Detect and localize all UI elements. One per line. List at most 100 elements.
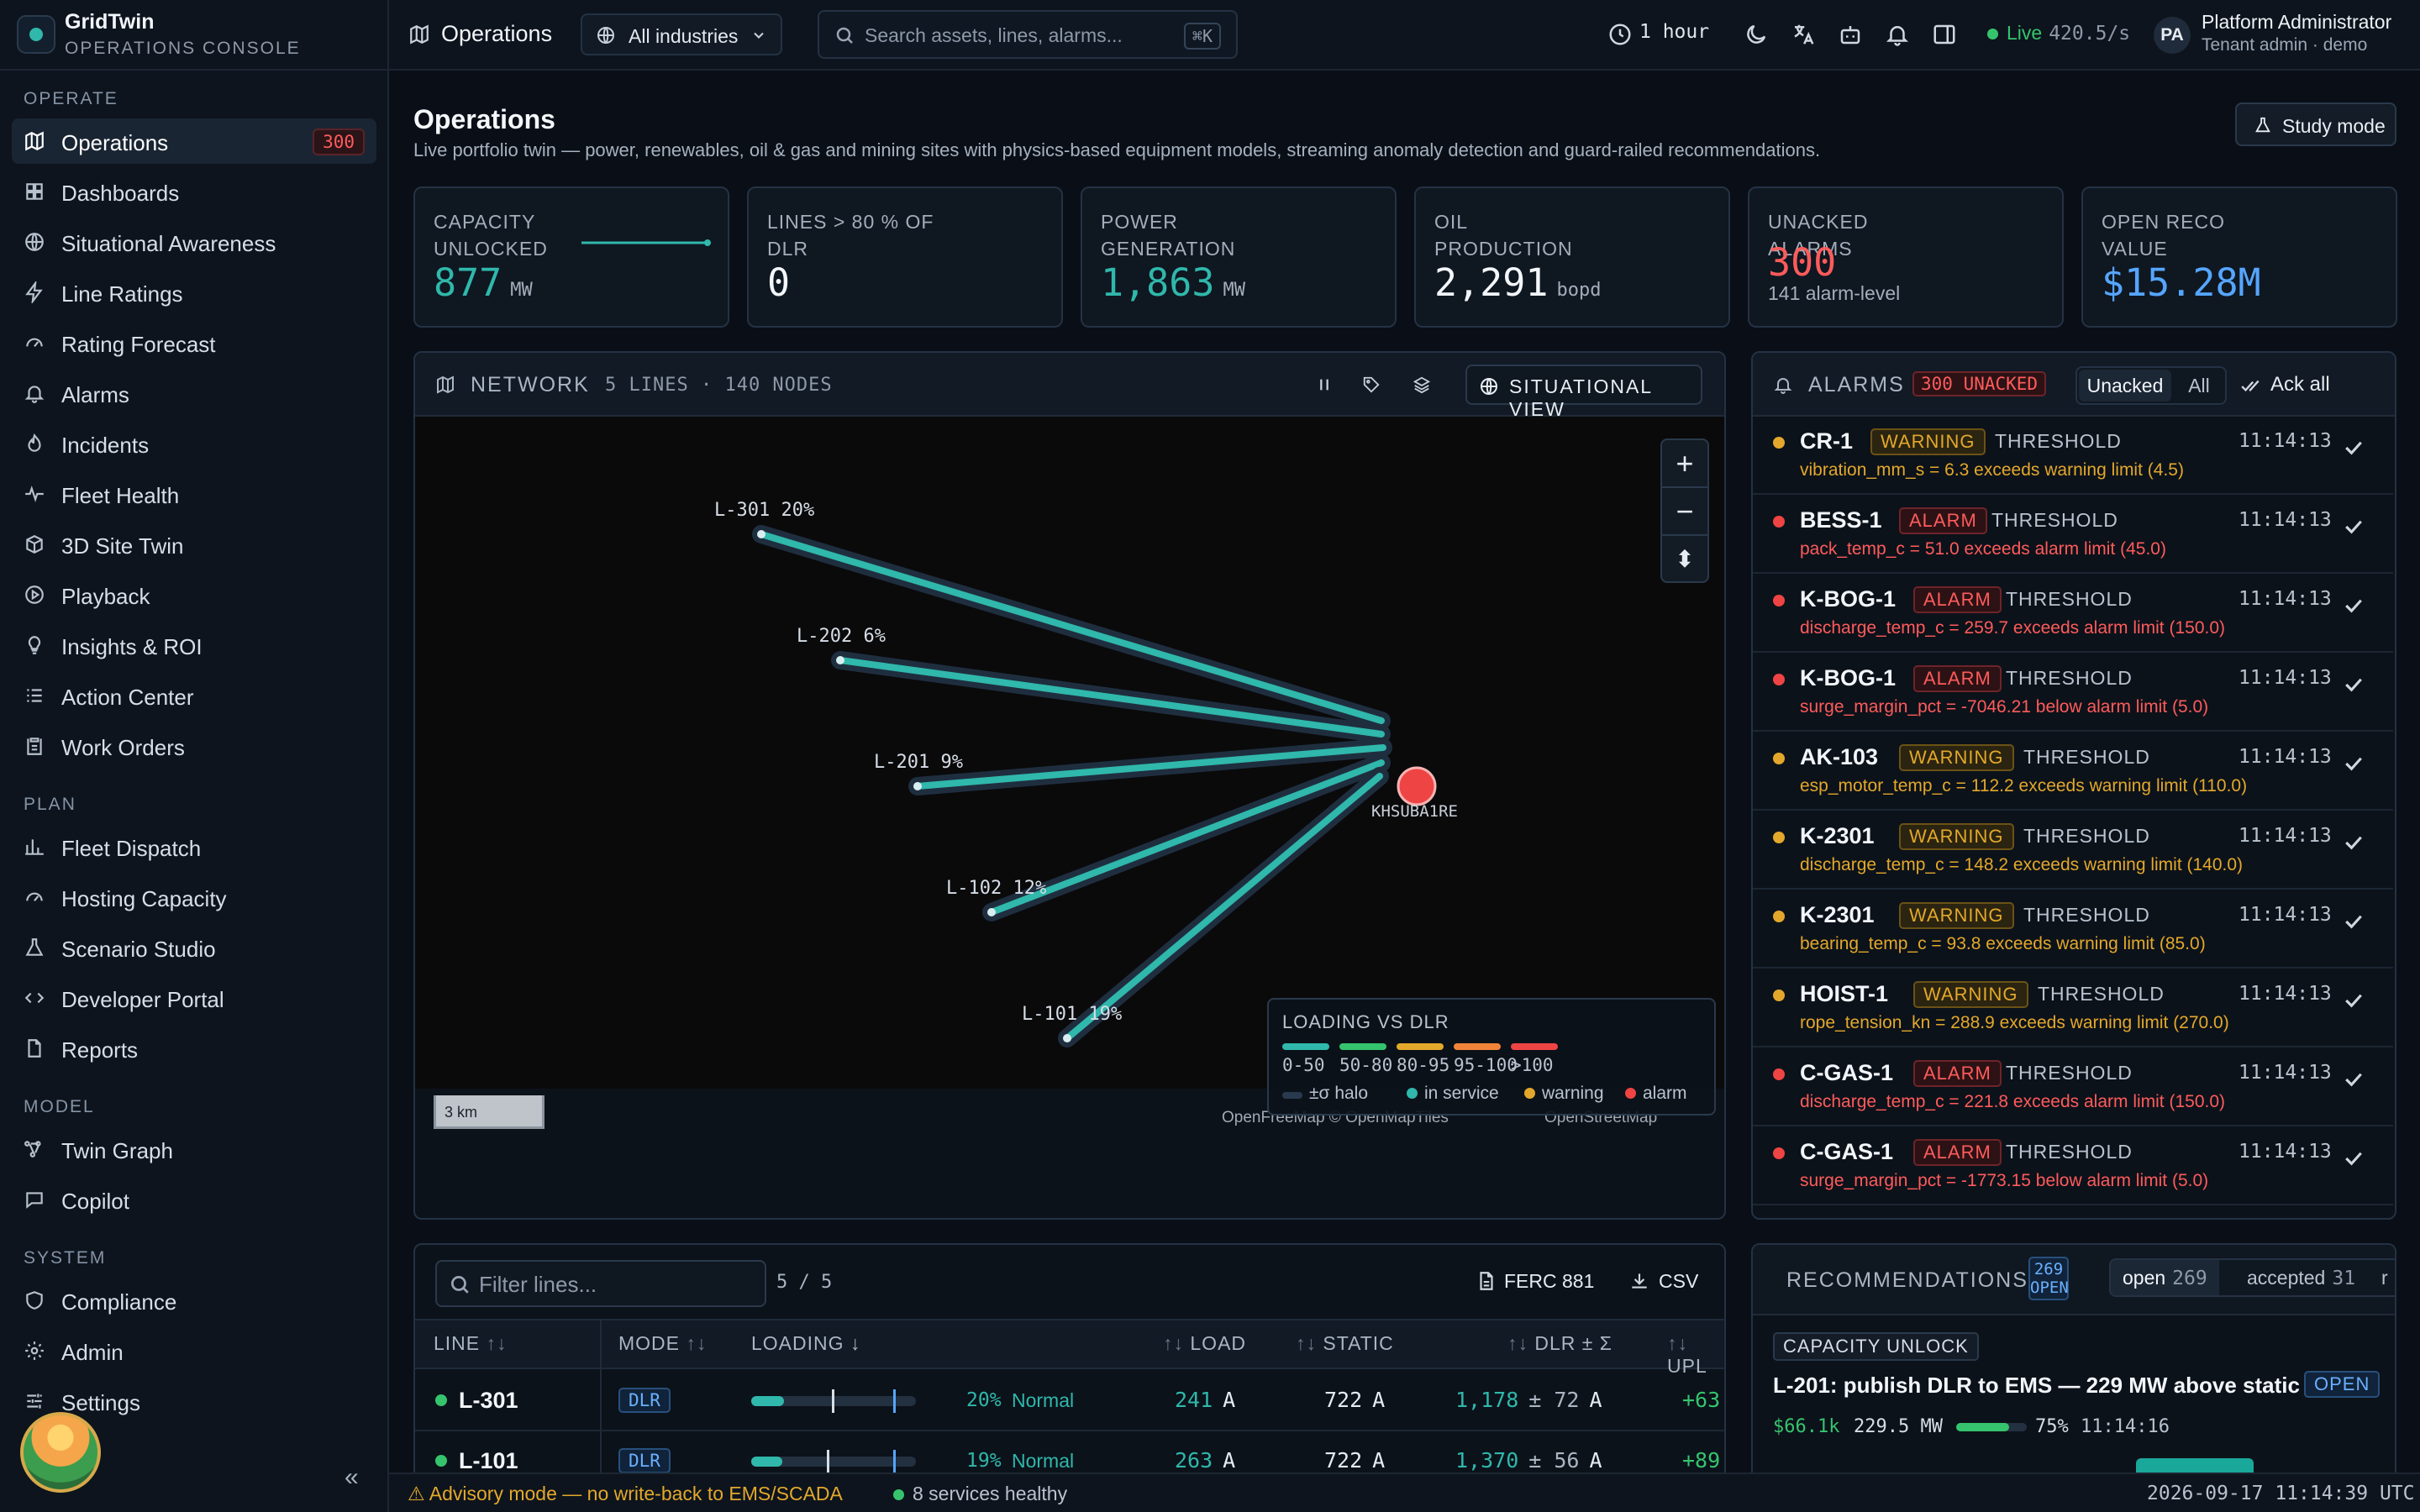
study-mode-button[interactable]: Study mode: [2235, 102, 2396, 146]
ack-check-icon[interactable]: [2341, 672, 2366, 697]
sidebar-item-compliance[interactable]: Compliance: [12, 1278, 376, 1323]
sidebar-item-incidents[interactable]: Incidents: [12, 421, 376, 466]
rec-tab-open[interactable]: open 269: [2111, 1260, 2219, 1295]
sidebar-item-fleet-health[interactable]: Fleet Health: [12, 471, 376, 517]
user-initials[interactable]: PA: [2154, 17, 2191, 54]
line-label: L-202 6%: [797, 626, 886, 647]
col-loading[interactable]: LOADING ↓: [751, 1332, 860, 1355]
sidebar-item-playback[interactable]: Playback: [12, 572, 376, 617]
sidebar-item-scenario-studio[interactable]: Scenario Studio: [12, 925, 376, 970]
ack-check-icon[interactable]: [2341, 593, 2366, 618]
alarm-row[interactable]: C-GAS-1 ALARM THRESHOLD 11:14:13 surge_margi…: [1753, 1127, 2393, 1205]
csv-export-label: CSV: [1659, 1270, 1699, 1292]
col-line[interactable]: LINE ↑↓: [434, 1332, 508, 1355]
col-mode[interactable]: MODE ↑↓: [618, 1332, 707, 1355]
ack-check-icon[interactable]: [2341, 435, 2366, 460]
brand[interactable]: GridTwin OPERATIONS CONSOLE: [0, 0, 389, 71]
substation-node[interactable]: [1397, 766, 1437, 806]
filter-lines-box[interactable]: [435, 1260, 766, 1307]
ack-check-icon[interactable]: [2341, 1067, 2366, 1092]
bell-icon[interactable]: [1885, 22, 1910, 47]
filter-unacked-button[interactable]: Unacked: [2079, 370, 2171, 402]
filter-lines-input[interactable]: [479, 1272, 748, 1297]
sidebar-item-rating-forecast[interactable]: Rating Forecast: [12, 320, 376, 365]
network-map-canvas[interactable]: L-301 20% L-202 6% L-201 9% L-102 12% L-101 …: [415, 417, 1724, 1089]
alarm-row[interactable]: AK-103 WARNING THRESHOLD 11:14:13 esp_motor_…: [1753, 732, 2393, 811]
industry-select[interactable]: All industries: [581, 13, 782, 55]
kpi-card-4[interactable]: UNACKED ALARMS 300 141 alarm-level: [1748, 186, 2064, 328]
network-line-l-102[interactable]: [982, 753, 1391, 921]
sidebar-item-fleet-dispatch[interactable]: Fleet Dispatch: [12, 824, 376, 869]
sidebar-item-hosting-capacity[interactable]: Hosting Capacity: [12, 874, 376, 920]
sidebar-item-admin[interactable]: Admin: [12, 1328, 376, 1373]
sidebar-item-twin-graph[interactable]: Twin Graph: [12, 1126, 376, 1172]
alarm-row[interactable]: CR-1 WARNING THRESHOLD 11:14:13 vibration_mm…: [1753, 417, 2393, 495]
alarm-asset: C-GAS-1: [1800, 1139, 1894, 1164]
zoom-out-button[interactable]: −: [1662, 488, 1707, 536]
sidebar-item-work-orders[interactable]: Work Orders: [12, 723, 376, 769]
sidebar-item-dashboards[interactable]: Dashboards: [12, 169, 376, 214]
alarm-row[interactable]: K-BOG-1 ALARM THRESHOLD 11:14:13 discharge_t…: [1753, 575, 2393, 653]
sidebar-item-situational-awareness[interactable]: Situational Awareness: [12, 219, 376, 265]
rec-tab-accepted[interactable]: accepted 31: [2235, 1260, 2367, 1295]
col-static[interactable]: ↑↓ STATIC: [1296, 1332, 1394, 1355]
panel-toggle-icon[interactable]: [1932, 22, 1957, 47]
pause-icon[interactable]: [1306, 366, 1343, 403]
ack-check-icon[interactable]: [2341, 751, 2366, 776]
alarm-row[interactable]: BESS-1 ALARM THRESHOLD 11:14:13 pack_temp_c …: [1753, 496, 2393, 574]
ack-check-icon[interactable]: [2341, 830, 2366, 855]
rec-tab-r[interactable]: r: [2370, 1260, 2395, 1295]
col-dlr[interactable]: ↑↓ DLR ± Σ: [1507, 1332, 1612, 1355]
moon-icon[interactable]: [1744, 22, 1769, 47]
kpi-card-1[interactable]: LINES > 80 % OF DLR 0: [747, 186, 1063, 328]
alarm-row[interactable]: C-GAS-1 ALARM THRESHOLD 11:14:13 discharge_t…: [1753, 1048, 2393, 1126]
translate-icon[interactable]: [1791, 22, 1816, 47]
kpi-card-5[interactable]: OPEN RECO VALUE $15.28M: [2081, 186, 2397, 328]
ack-check-icon[interactable]: [2341, 988, 2366, 1013]
col-load[interactable]: ↑↓ LOAD: [1163, 1332, 1246, 1355]
kpi-card-2[interactable]: POWER GENERATION 1,863 MW: [1081, 186, 1397, 328]
zoom-in-button[interactable]: +: [1662, 440, 1707, 488]
alarm-row[interactable]: K-BOG-1 ALARM THRESHOLD 11:14:13 surge_margi…: [1753, 654, 2393, 732]
sidebar-item-insights-roi[interactable]: Insights & ROI: [12, 622, 376, 668]
compass-button[interactable]: ⬍: [1662, 536, 1707, 584]
alarm-row[interactable]: K-2301 WARNING THRESHOLD 11:14:13 bearing_te…: [1753, 890, 2393, 969]
sidebar-item-reports[interactable]: Reports: [12, 1026, 376, 1071]
filter-all-button[interactable]: All: [2178, 370, 2220, 402]
sidebar-item-3d-site-twin[interactable]: 3D Site Twin: [12, 522, 376, 567]
ack-check-icon[interactable]: [2341, 514, 2366, 539]
sidebar-item-copilot[interactable]: Copilot: [12, 1177, 376, 1222]
sidebar-item-operations[interactable]: Operations 300: [12, 118, 376, 164]
line-dlr: 1,178 ± 72 A: [1455, 1388, 1602, 1412]
collapse-sidebar-button[interactable]: «: [345, 1465, 370, 1490]
search-input[interactable]: [865, 22, 1167, 49]
ack-check-icon[interactable]: [2341, 909, 2366, 934]
clock-icon[interactable]: [1607, 22, 1633, 47]
tag-icon[interactable]: [1353, 366, 1390, 403]
alarm-row[interactable]: K-2301 WARNING THRESHOLD 11:14:13 discharge_…: [1753, 811, 2393, 890]
table-row[interactable]: L-301 DLR 20% Normal 241A 722A 1,178± 72A +63.: [415, 1371, 1724, 1431]
sidebar-item-alarms[interactable]: Alarms: [12, 370, 376, 416]
user-name[interactable]: Platform Administrator: [2202, 11, 2391, 34]
situational-view-button[interactable]: SITUATIONAL VIEW: [1465, 365, 1702, 420]
sidebar-item-line-ratings[interactable]: Line Ratings: [12, 270, 376, 315]
kpi-card-3[interactable]: OIL PRODUCTION 2,291 bopd: [1414, 186, 1730, 328]
loading-state: Normal: [1012, 1450, 1075, 1472]
user-avatar[interactable]: [20, 1412, 101, 1493]
services-health[interactable]: 8 services healthy: [893, 1483, 1067, 1505]
sidebar-item-developer-portal[interactable]: Developer Portal: [12, 975, 376, 1021]
time-range-button[interactable]: 1 hour: [1639, 21, 1709, 43]
layers-icon[interactable]: [1403, 366, 1440, 403]
rec-time: 11:14:16: [2081, 1416, 2170, 1437]
search-box[interactable]: ⌘K: [818, 10, 1238, 59]
ack-check-icon[interactable]: [2341, 1146, 2366, 1171]
severity-dot: [1773, 911, 1785, 922]
alarm-time: 11:14:13: [2238, 746, 2332, 768]
utc-clock: 2026-09-17 11:14:39 UTC: [2147, 1483, 2415, 1504]
network-map[interactable]: L-301 20% L-202 6% L-201 9% L-102 12% L-101 …: [415, 417, 1724, 1129]
kpi-card-0[interactable]: CAPACITY UNLOCKED 877 MW: [413, 186, 729, 328]
robot-icon[interactable]: [1838, 22, 1863, 47]
alarm-row[interactable]: HOIST-1 WARNING THRESHOLD 11:14:13 rope_tens…: [1753, 969, 2393, 1047]
sidebar-item-action-center[interactable]: Action Center: [12, 673, 376, 718]
rec-title[interactable]: L-201: publish DLR to EMS — 229 MW above…: [1773, 1373, 2300, 1399]
